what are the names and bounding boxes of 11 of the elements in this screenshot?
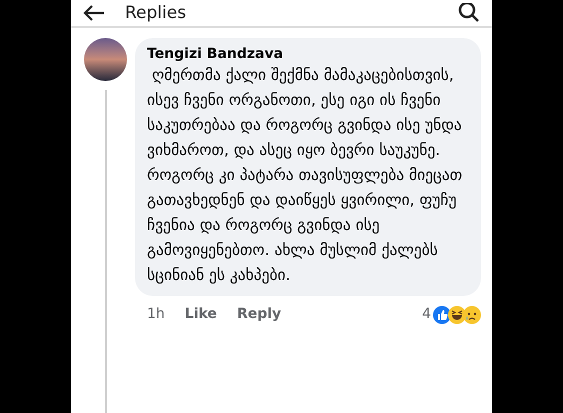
reply-button[interactable]: Reply xyxy=(236,304,282,325)
search-icon[interactable] xyxy=(458,3,480,23)
crying-face-icon xyxy=(463,306,481,324)
like-button[interactable]: Like xyxy=(184,304,217,325)
author-name[interactable]: Tengizi Bandzava xyxy=(147,45,475,63)
reaction-count: 4 xyxy=(422,305,431,324)
comment-text: ღმერთმა ქალი შექმნა მამაკაცებისთვის, ისევ ჩვენი ორგანოთი, ესე იგი ის ჩვენი საკუთრებაა და როგორც გვინდა ისე უნდა ვიხმაროთ, და ასეც იყო ბევრი საუკუნე. როგორც კი პატარა თავისუფლება მიეცათ გათავხედნენ და დაიწყეს ყვირილი, ფუჩუ ჩვენია და როგორც გვინდა ისე გამოვიყენებთო. ახლა მუსლიმ ქალებს სცინიან ეს კახპები. xyxy=(147,65,464,286)
avatar[interactable] xyxy=(84,38,127,81)
back-arrow-icon[interactable] xyxy=(83,5,105,21)
header-title: Replies xyxy=(125,3,188,23)
comment-time: 1h xyxy=(147,305,165,324)
